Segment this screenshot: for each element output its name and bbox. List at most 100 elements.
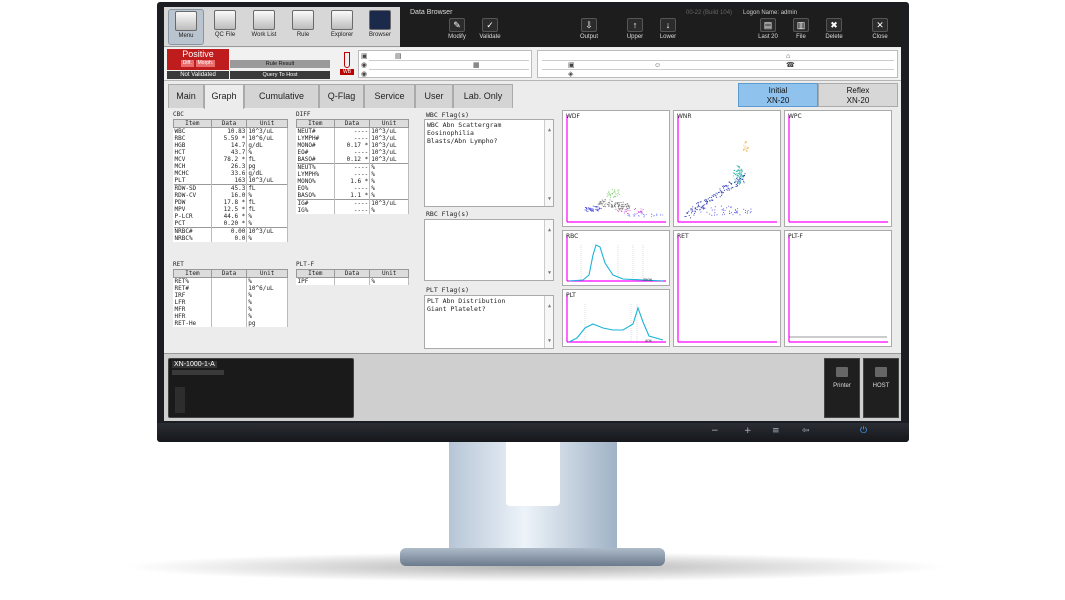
table-cell: % [246, 292, 288, 299]
wnr-point [736, 211, 738, 213]
modify-button[interactable]: ✎ Modify [442, 18, 472, 40]
browser-button[interactable]: Browser [362, 9, 398, 45]
wnr-point [735, 185, 737, 187]
tab-q-flag[interactable]: Q-Flag [319, 84, 364, 108]
input-icon[interactable]: ⇦ [802, 426, 810, 436]
scroll-down-icon[interactable]: ▼ [548, 337, 551, 345]
host-button[interactable]: HOST [863, 358, 899, 418]
scrollbar[interactable]: ▲ ▼ [544, 296, 553, 348]
wnr-scattergram[interactable]: WNR [673, 110, 781, 227]
scrollbar[interactable]: ▲ ▼ [544, 220, 553, 280]
logon-name: Logon Name: admin [743, 10, 798, 16]
table-cell: RDW-CV [173, 192, 212, 199]
power-icon[interactable]: ⏻ [860, 426, 867, 436]
initial-run-tab[interactable]: Initial XN-20 [738, 83, 818, 107]
table-row[interactable]: PDW 17.8 * fL [173, 199, 288, 206]
table-row[interactable]: EO% ----% [296, 185, 409, 192]
table-row[interactable]: RET%% [173, 277, 288, 285]
plus-icon[interactable]: + [744, 426, 752, 436]
close-button[interactable]: ✕ Close [865, 18, 895, 40]
table-row[interactable]: MCHC 33.6 g/dL [173, 170, 288, 177]
scroll-up-icon[interactable]: ▲ [548, 226, 551, 234]
table-row[interactable]: HFR% [173, 313, 288, 320]
analyzer-status-panel[interactable]: XN-1000-1-A [168, 358, 354, 418]
menu-button[interactable]: Menu [168, 9, 204, 45]
table-row[interactable]: RBC 5.59 * 10^6/uL [173, 135, 288, 142]
table-row[interactable]: RET-He pg [173, 320, 288, 327]
rule-button[interactable]: Rule [285, 9, 321, 45]
upper-button[interactable]: ↑ Upper [620, 18, 650, 40]
wpc-scattergram[interactable]: WPC [784, 110, 892, 227]
output-button[interactable]: ⇩ Output [574, 18, 604, 40]
wdf-point [628, 207, 630, 209]
plt-f-scattergram[interactable]: PLT-F [784, 230, 892, 347]
table-row[interactable]: RET# 10^6/uL [173, 285, 288, 292]
table-row[interactable]: BASO% 1.1 *% [296, 192, 409, 200]
explorer-button[interactable]: Explorer [324, 9, 360, 45]
minus-icon[interactable]: − [711, 426, 719, 436]
table-row[interactable]: MCV 78.2 * fL [173, 156, 288, 163]
delete-button[interactable]: ✖ Delete [819, 18, 849, 40]
table-row[interactable]: EO# ---- 10^3/uL [296, 149, 409, 156]
tab-main[interactable]: Main [168, 84, 204, 108]
scroll-up-icon[interactable]: ▲ [548, 126, 551, 134]
scroll-down-icon[interactable]: ▼ [548, 195, 551, 203]
rbc-histogram[interactable]: 250fL RBC [562, 230, 670, 286]
table-row[interactable]: IG% ----% [296, 207, 409, 214]
qc-file-button[interactable]: QC File [207, 9, 243, 45]
table-row[interactable]: MCH 26.3 pg [173, 163, 288, 170]
tab-user[interactable]: User [415, 84, 453, 108]
table-row[interactable]: NRBC# 0.00 10^3/uL [173, 227, 288, 235]
table-row[interactable]: MFR% [173, 306, 288, 313]
ret-scattergram[interactable]: RET [673, 230, 781, 347]
validate-button[interactable]: ✓ Validate [475, 18, 505, 40]
table-row[interactable]: HGB 14.7 g/dL [173, 142, 288, 149]
table-cell: 14.7 [211, 142, 248, 149]
tab-cumulative[interactable]: Cumulative [244, 84, 319, 108]
table-row[interactable]: PCT 0.20 *% [173, 220, 288, 228]
table-row[interactable]: LFR% [173, 299, 288, 306]
menu-icon[interactable]: ≡ [772, 426, 780, 436]
table-row[interactable]: IG# ---- 10^3/uL [296, 199, 409, 207]
tab-lab-only[interactable]: Lab. Only [453, 84, 513, 108]
reflex-run-tab[interactable]: Reflex XN-20 [818, 83, 898, 107]
table-row[interactable]: NEUT% ----% [296, 163, 409, 171]
plt-histogram[interactable]: 40fL PLT [562, 289, 670, 347]
table-row[interactable]: IRF% [173, 292, 288, 299]
table-row[interactable]: BASO# 0.12 * 10^3/uL [296, 156, 409, 164]
table-row[interactable]: MONO# 0.17 * 10^3/uL [296, 142, 409, 149]
table-cell: HGB [173, 142, 212, 149]
table-row[interactable]: RDW-SD 45.3 fL [173, 184, 288, 192]
printer-button[interactable]: Printer [824, 358, 860, 418]
wnr-point [721, 193, 723, 195]
table-row[interactable]: NEUT# ---- 10^3/uL [296, 127, 409, 135]
scrollbar[interactable]: ▲ ▼ [544, 120, 553, 206]
table-row[interactable]: NRBC% 0.0% [173, 235, 288, 242]
file-button[interactable]: ▥ File [786, 18, 816, 40]
table-row[interactable]: RDW-CV 16.0% [173, 192, 288, 199]
tab-graph[interactable]: Graph [204, 84, 244, 109]
scroll-down-icon[interactable]: ▼ [548, 269, 551, 277]
table-row[interactable]: IPF% [296, 277, 409, 285]
wdf-point [621, 207, 623, 209]
wnr-point [706, 203, 708, 205]
last20-button[interactable]: ▤ Last 20 [753, 18, 783, 40]
table-row[interactable]: LYMPH% ----% [296, 171, 409, 178]
table-row[interactable]: PLT 163 10^3/uL [173, 177, 288, 185]
wdf-scattergram[interactable]: WDF [562, 110, 670, 227]
wdf-point [634, 207, 637, 210]
table-row[interactable]: MPV 12.5 * fL [173, 206, 288, 213]
work-list-button[interactable]: Work List [246, 9, 282, 45]
wnr-point [747, 210, 749, 212]
column-header: Unit [246, 269, 288, 278]
lower-button[interactable]: ↓ Lower [653, 18, 683, 40]
table-row[interactable]: HCT 43.7% [173, 149, 288, 156]
scroll-up-icon[interactable]: ▲ [548, 302, 551, 310]
table-row[interactable]: MONO% 1.6 *% [296, 178, 409, 185]
table-row[interactable]: WBC 10.83 10^3/uL [173, 127, 288, 135]
table-row[interactable]: LYMPH# ---- 10^3/uL [296, 135, 409, 142]
query-to-host[interactable]: Query To Host [230, 71, 330, 79]
table-row[interactable]: P-LCR 44.6 *% [173, 213, 288, 220]
tab-service[interactable]: Service [364, 84, 415, 108]
table-cell: 5.59 * [211, 135, 248, 142]
